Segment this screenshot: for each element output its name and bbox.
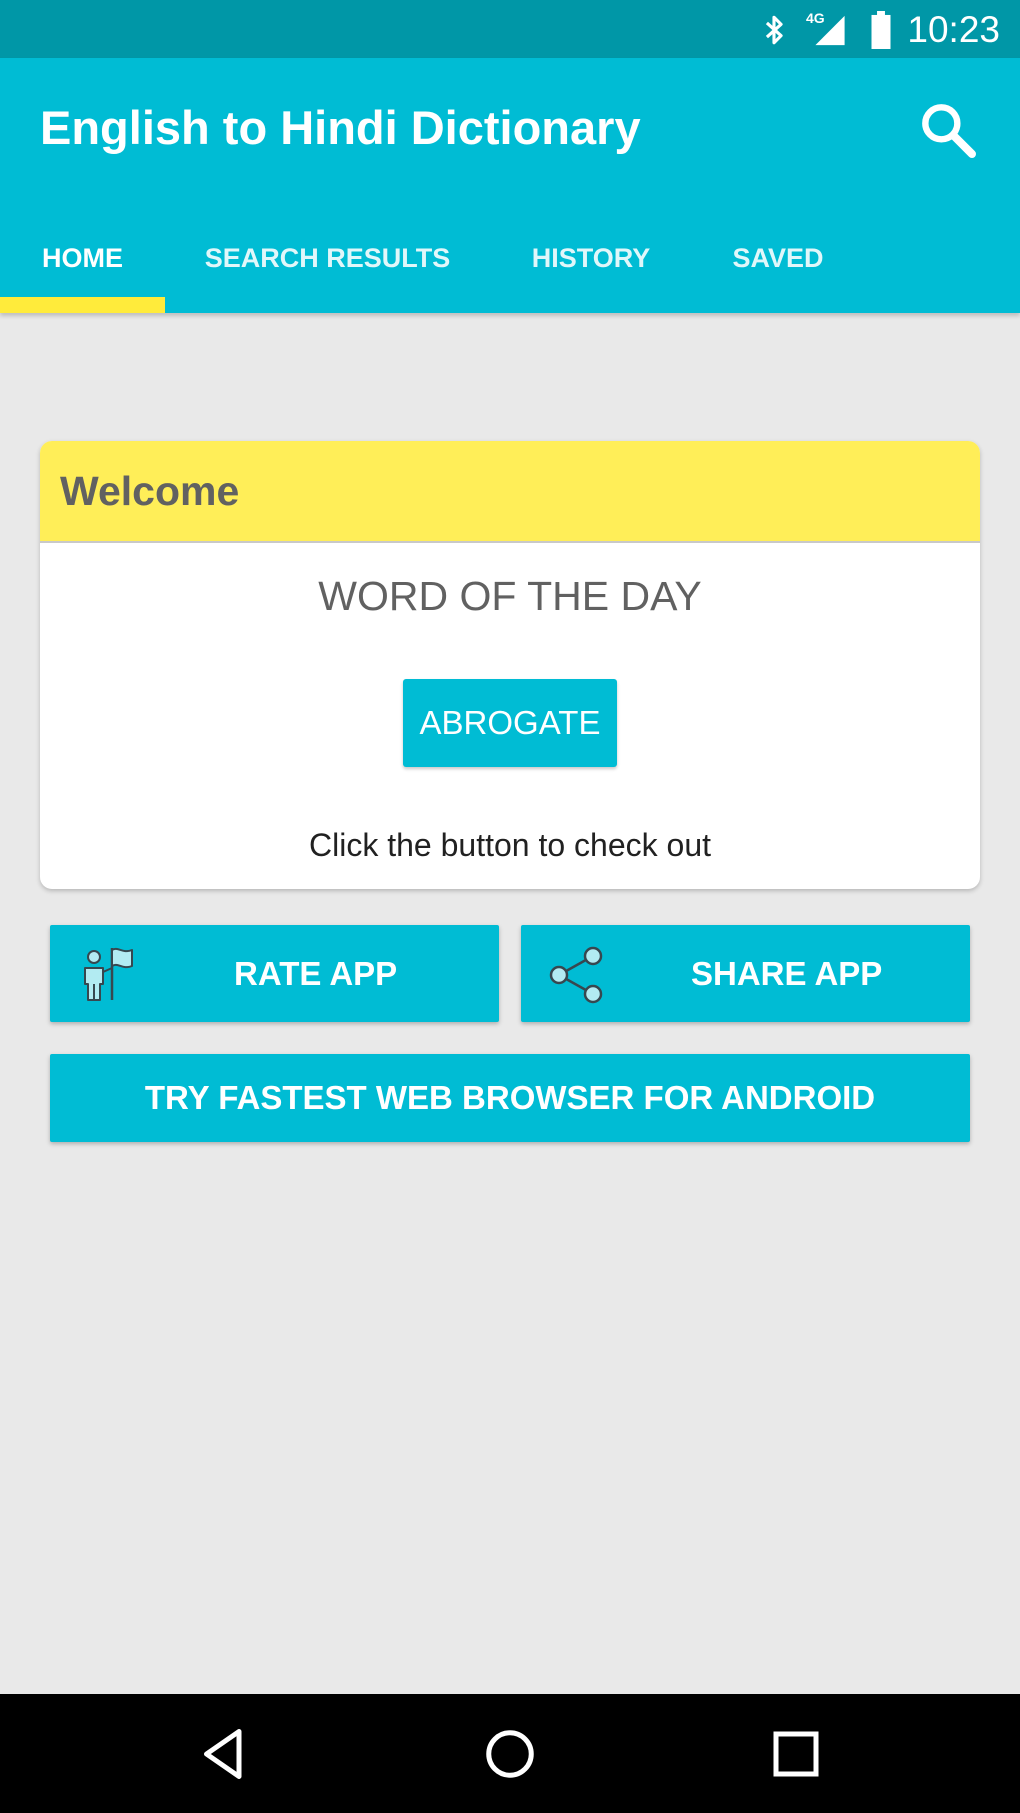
navigation-bar <box>0 1694 1020 1813</box>
word-of-day-button[interactable]: ABROGATE <box>403 679 617 767</box>
card-header: Welcome <box>40 441 980 543</box>
clock: 10:23 <box>907 9 1000 50</box>
tab-bar: HOME SEARCH RESULTS HISTORY SAVED <box>0 228 1020 313</box>
status-bar: 4G 10:23 <box>0 0 1020 58</box>
battery-icon <box>871 11 891 49</box>
rate-app-label: RATE APP <box>234 955 398 992</box>
signal-icon <box>815 15 845 46</box>
bluetooth-icon <box>765 15 783 45</box>
recent-apps-icon[interactable] <box>766 1724 826 1784</box>
app-bar: English to Hindi Dictionary HOME SEARCH … <box>0 58 1020 313</box>
tab-saved[interactable]: SAVED <box>712 228 844 313</box>
share-icon <box>549 946 603 1004</box>
welcome-card: Welcome WORD OF THE DAY ABROGATE Click t… <box>40 441 980 889</box>
tab-history[interactable]: HISTORY <box>510 228 672 313</box>
flag-person-icon <box>84 947 133 1001</box>
search-icon[interactable] <box>916 98 980 162</box>
share-app-label: SHARE APP <box>691 955 883 992</box>
home-icon[interactable] <box>480 1724 540 1784</box>
back-icon[interactable] <box>194 1724 254 1784</box>
card-title: Welcome <box>60 468 240 514</box>
rate-app-button[interactable]: RATE APP <box>50 925 499 1022</box>
app-title: English to Hindi Dictionary <box>40 101 641 154</box>
try-browser-label: TRY FASTEST WEB BROWSER FOR ANDROID <box>144 1079 876 1116</box>
tab-indicator <box>0 297 165 313</box>
card-hint: Click the button to check out <box>309 827 711 863</box>
share-app-button[interactable]: SHARE APP <box>521 925 970 1022</box>
tab-search-results[interactable]: SEARCH RESULTS <box>185 228 470 313</box>
word-of-day-label: WORD OF THE DAY <box>318 573 702 619</box>
try-browser-button[interactable]: TRY FASTEST WEB BROWSER FOR ANDROID <box>50 1054 970 1142</box>
